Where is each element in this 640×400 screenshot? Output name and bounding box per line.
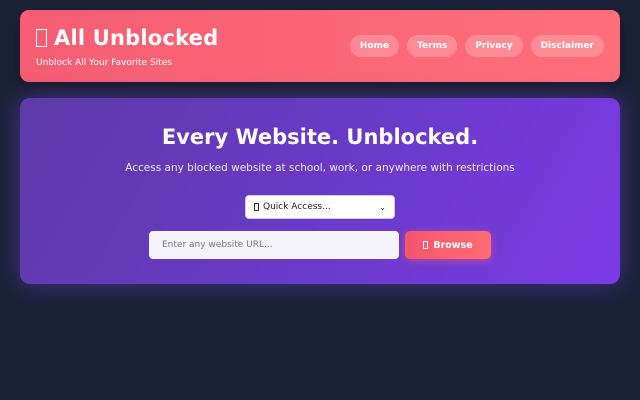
hero-title: Every Website. Unblocked. xyxy=(161,125,479,149)
site-title: All Unblocked xyxy=(54,26,219,50)
quick-access-icon xyxy=(254,203,259,211)
site-header: All Unblocked Unblock All Your Favorite … xyxy=(20,10,620,82)
nav-disclaimer-button[interactable]: Disclaimer xyxy=(530,35,604,57)
nav-terms-button[interactable]: Terms xyxy=(407,35,458,57)
site-tagline: Unblock All Your Favorite Sites xyxy=(36,58,172,68)
quick-access-value: Quick Access... xyxy=(263,202,331,212)
browse-label: Browse xyxy=(433,239,473,251)
hero-panel: Every Website. Unblocked. Access any blo… xyxy=(20,98,620,284)
chevron-down-icon: ⌄ xyxy=(379,202,386,212)
hero-subtitle: Access any blocked website at school, wo… xyxy=(125,162,515,174)
browse-button[interactable]: Browse xyxy=(405,231,491,259)
main-nav: Home Terms Privacy Disclaimer xyxy=(349,35,604,57)
quick-access-select[interactable]: Quick Access... ⌄ xyxy=(245,195,395,219)
nav-privacy-button[interactable]: Privacy xyxy=(465,35,523,57)
nav-home-button[interactable]: Home xyxy=(349,35,400,57)
browse-icon xyxy=(423,241,429,249)
logo-icon xyxy=(36,29,47,47)
url-input[interactable] xyxy=(149,231,399,259)
brand[interactable]: All Unblocked xyxy=(36,26,218,50)
